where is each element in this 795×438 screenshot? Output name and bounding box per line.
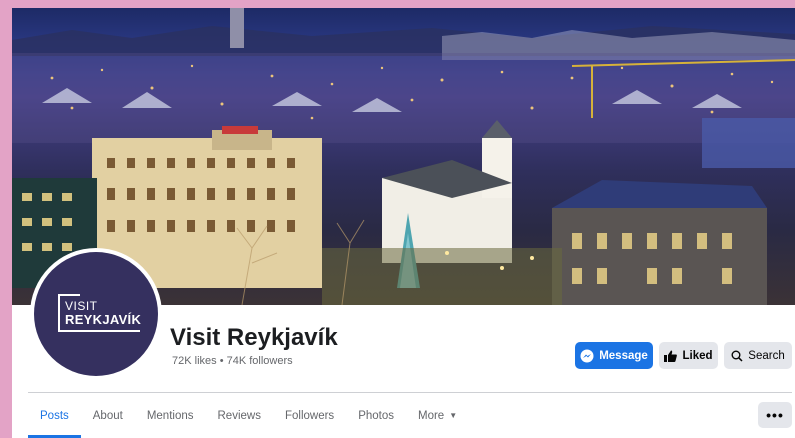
message-label: Message <box>599 349 648 362</box>
visit-reykjavik-logo: VISIT REYKJAVÍK <box>34 252 158 376</box>
ellipsis-icon[interactable]: ••• <box>758 402 792 428</box>
tab-label: Posts <box>40 409 69 422</box>
search-icon <box>731 350 743 362</box>
thumbs-up-icon <box>664 350 678 362</box>
tab-label: About <box>92 409 123 422</box>
logo-frame: VISIT REYKJAVÍK <box>58 294 142 338</box>
tab-posts[interactable]: Posts <box>28 393 81 438</box>
page-avatar[interactable]: VISIT REYKJAVÍK <box>30 248 162 380</box>
tab-followers[interactable]: Followers <box>273 393 346 438</box>
tab-mentions[interactable]: Mentions <box>135 393 206 438</box>
messenger-icon <box>580 349 594 362</box>
logo-line-1: VISIT <box>65 299 98 313</box>
search-button[interactable]: Search <box>724 342 792 369</box>
tab-label: Followers <box>284 409 335 422</box>
tab-label: More <box>418 409 445 422</box>
liked-button[interactable]: Liked <box>659 342 718 369</box>
liked-label: Liked <box>682 349 713 362</box>
tab-label: Reviews <box>217 409 261 422</box>
page-stats[interactable]: 72K likes • 74K followers <box>172 355 293 367</box>
page-title: Visit Reykjavík <box>170 324 338 351</box>
caret-down-icon: ▼ <box>449 411 458 420</box>
tab-about[interactable]: About <box>81 393 135 438</box>
page-tabs: Posts About Mentions Reviews Followers P… <box>28 393 469 438</box>
tab-label: Mentions <box>146 409 194 422</box>
search-label: Search <box>748 349 785 362</box>
tab-reviews[interactable]: Reviews <box>206 393 273 438</box>
logo-line-2: REYKJAVÍK <box>65 312 142 327</box>
tab-photos[interactable]: Photos <box>346 393 406 438</box>
tab-label: Photos <box>358 409 394 422</box>
message-button[interactable]: Message <box>575 342 653 369</box>
tab-more[interactable]: More ▼ <box>406 393 469 438</box>
facebook-page: VISIT REYKJAVÍK Visit Reykjavík 72K like… <box>12 8 795 438</box>
